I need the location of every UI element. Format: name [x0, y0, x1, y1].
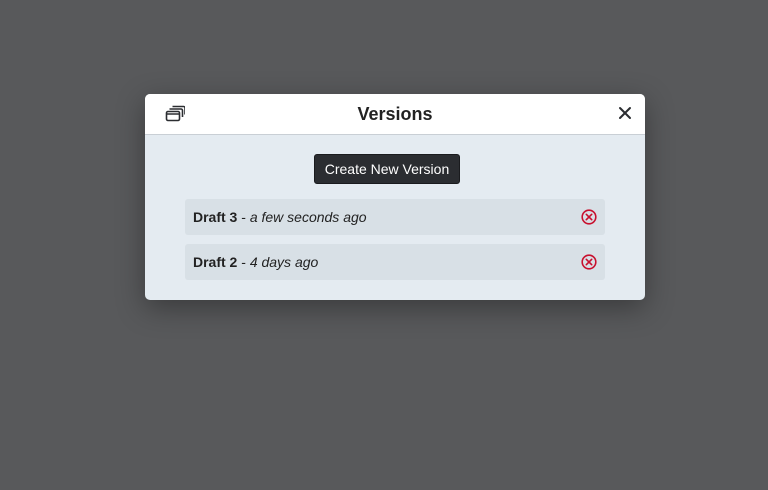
dialog-body: Create New Version Draft 3 - a few secon… — [145, 135, 645, 280]
version-item[interactable]: Draft 2 - 4 days ago — [185, 244, 605, 280]
circle-x-icon[interactable] — [581, 209, 597, 225]
circle-x-icon[interactable] — [581, 254, 597, 270]
version-list: Draft 3 - a few seconds ago Draft 2 - 4 … — [185, 199, 605, 280]
version-text: Draft 3 - a few seconds ago — [193, 199, 367, 235]
version-item[interactable]: Draft 3 - a few seconds ago — [185, 199, 605, 235]
version-separator: - — [237, 209, 250, 225]
version-name: Draft 3 — [193, 209, 238, 225]
dialog-header: Versions — [145, 94, 645, 135]
versions-dialog: Versions Create New Version Draft 3 - a … — [145, 94, 645, 300]
version-text: Draft 2 - 4 days ago — [193, 244, 318, 280]
version-time: 4 days ago — [249, 254, 319, 270]
create-new-version-button[interactable]: Create New Version — [313, 154, 461, 184]
version-separator: - — [237, 254, 250, 270]
stacked-windows-icon — [165, 105, 185, 122]
version-name: Draft 2 — [193, 254, 238, 270]
close-icon[interactable] — [617, 105, 633, 121]
version-time: a few seconds ago — [249, 209, 367, 225]
dialog-title: Versions — [357, 104, 433, 124]
